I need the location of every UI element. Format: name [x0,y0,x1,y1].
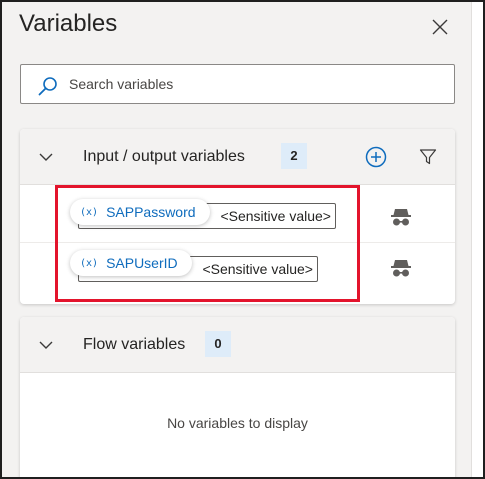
variables-pane: Variables Input / output variables 2 [0,0,485,479]
filter-button[interactable] [419,148,437,166]
variable-row[interactable]: <Sensitive value> (x) SAPPassword [20,185,455,243]
add-variable-button[interactable] [365,146,387,168]
variable-row[interactable]: <Sensitive value> (x) SAPUserID [20,243,455,301]
search-box[interactable] [20,64,455,104]
section-header: Flow variables 0 [20,317,455,373]
spy-icon[interactable] [389,207,413,227]
variable-pill[interactable]: (x) SAPPassword [70,199,210,225]
variable-pill[interactable]: (x) SAPUserID [70,250,192,276]
flow-variables-section: Flow variables 0 No variables to display [20,317,455,477]
scrollbar[interactable] [471,2,483,477]
variable-icon: (x) [80,257,99,269]
count-badge: 0 [205,331,231,357]
filter-icon [419,149,437,165]
variable-name: SAPUserID [106,255,178,271]
pane-title: Variables [19,10,118,37]
section-header: Input / output variables 2 [20,129,455,185]
search-input[interactable] [69,65,449,103]
close-button[interactable] [428,15,452,39]
input-output-variables-section: Input / output variables 2 <Sensitive va… [20,129,455,304]
chevron-down-icon[interactable] [38,149,54,165]
variable-icon: (x) [80,206,99,218]
section-title: Flow variables [83,336,186,353]
empty-state-message: No variables to display [167,415,308,431]
add-circle-icon [365,146,387,168]
chevron-down-icon[interactable] [38,337,54,353]
section-title: Input / output variables [83,148,245,165]
spy-icon[interactable] [389,258,413,278]
count-badge: 2 [281,143,307,169]
variable-name: SAPPassword [106,204,196,220]
close-icon [432,19,448,35]
search-icon [38,77,57,96]
